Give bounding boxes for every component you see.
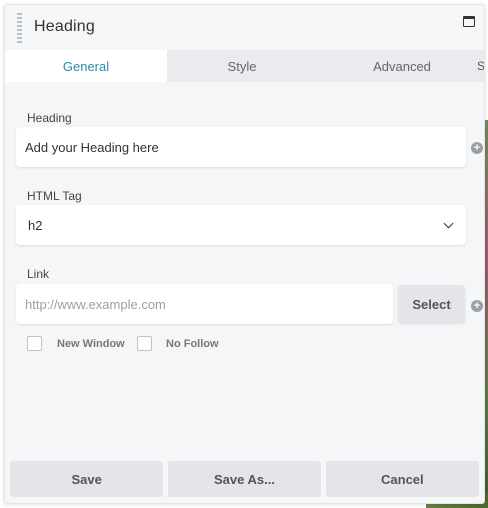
tab-overflow[interactable]: S	[477, 59, 484, 73]
drag-handle-icon[interactable]	[17, 13, 22, 43]
no-follow-label: No Follow	[166, 338, 219, 350]
html-tag-label: HTML Tag	[27, 189, 82, 203]
heading-input[interactable]	[25, 139, 466, 155]
html-tag-value: h2	[28, 217, 43, 233]
general-settings: Heading + HTML Tag h2 Link Select + New …	[5, 82, 484, 462]
heading-label: Heading	[27, 111, 72, 125]
heading-field[interactable]	[16, 127, 466, 167]
html-tag-select[interactable]: h2	[16, 205, 466, 245]
link-field[interactable]	[16, 284, 393, 324]
settings-panel: Heading General Style Advanced S Heading…	[4, 4, 485, 504]
tab-general[interactable]: General	[5, 50, 167, 82]
link-select-button[interactable]: Select	[398, 285, 465, 323]
new-window-label: New Window	[57, 338, 125, 350]
tab-bar: General Style Advanced S	[5, 50, 484, 82]
save-as-button[interactable]: Save As...	[168, 461, 321, 497]
panel-header[interactable]: Heading	[5, 5, 484, 50]
tab-advanced[interactable]: Advanced	[317, 50, 484, 82]
no-follow-checkbox[interactable]	[137, 336, 152, 351]
link-input[interactable]	[25, 296, 393, 312]
maximize-icon[interactable]	[463, 16, 475, 27]
panel-footer: Save Save As... Cancel	[5, 455, 484, 503]
add-link-connection-icon[interactable]: +	[471, 300, 483, 312]
save-button[interactable]: Save	[10, 461, 164, 497]
link-label: Link	[27, 267, 50, 281]
tab-style[interactable]: Style	[167, 50, 317, 82]
cancel-button[interactable]: Cancel	[325, 461, 479, 497]
add-field-connection-icon[interactable]: +	[471, 142, 483, 154]
chevron-down-icon	[443, 218, 454, 229]
new-window-checkbox[interactable]	[27, 336, 42, 351]
panel-title: Heading	[34, 18, 96, 35]
